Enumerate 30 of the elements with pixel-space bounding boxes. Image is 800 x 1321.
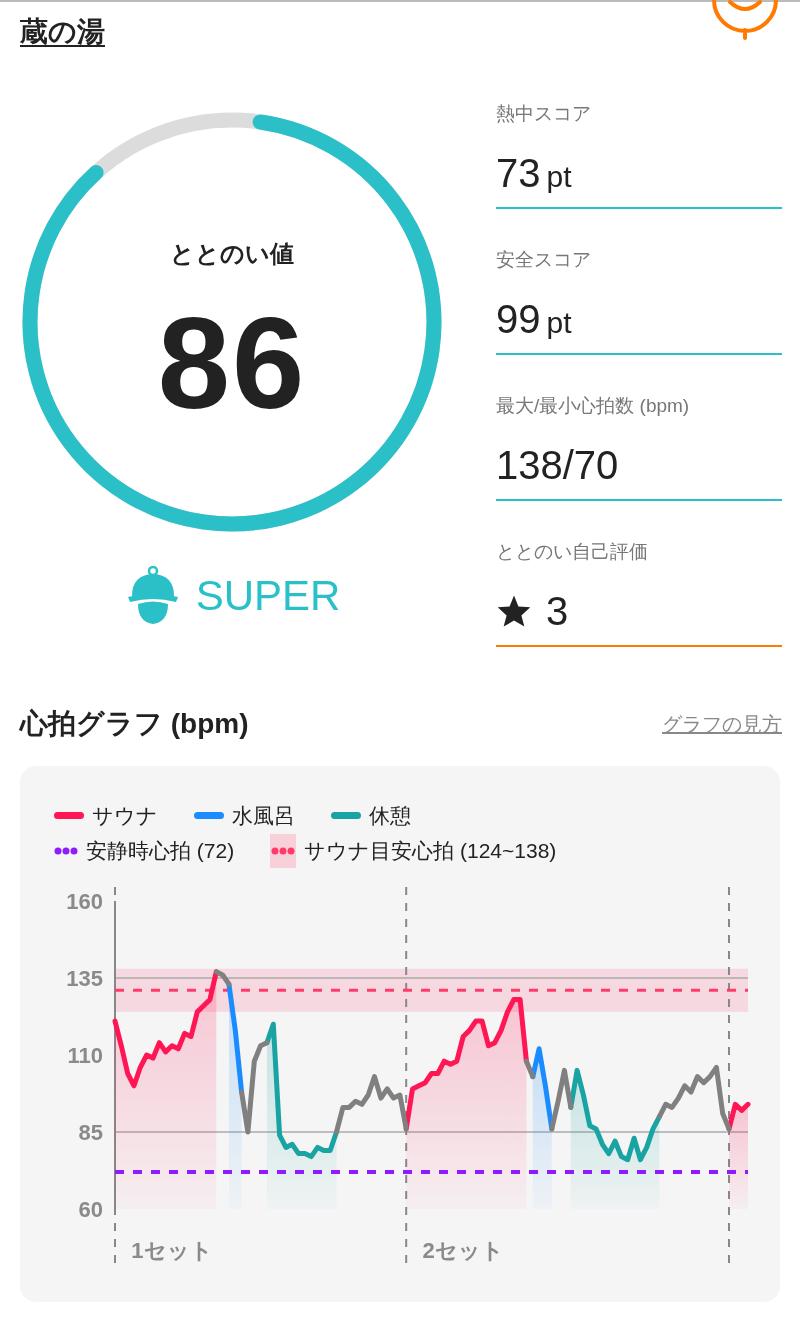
stat-unit: pt — [546, 305, 572, 339]
stat-unit: pt — [546, 159, 572, 193]
y-tick-label: 60 — [78, 1197, 103, 1222]
stat-value: 3 — [546, 588, 569, 633]
stat-value: 138/70 — [496, 442, 619, 487]
y-tick-label: 85 — [78, 1120, 103, 1145]
legend-label: 水風呂 — [232, 803, 295, 829]
legend-label: サウナ目安心拍 (124~138) — [304, 837, 557, 864]
pin-icon[interactable] — [710, 0, 780, 40]
sauna-hat-icon — [125, 565, 180, 626]
section-title: 心拍グラフ (bpm) — [20, 707, 249, 741]
help-link[interactable]: グラフの見方 — [662, 709, 782, 739]
x-tick-label: 1セット — [131, 1238, 213, 1263]
x-tick-label: 2セット — [422, 1238, 504, 1263]
legend-label: 安静時心拍 (72) — [86, 837, 235, 864]
stat-value: 99 — [496, 296, 541, 341]
legend-label: サウナ — [92, 803, 158, 829]
gauge-label: ととのい値 — [170, 239, 294, 269]
legend-label: 休憩 — [369, 803, 411, 829]
stat-label: 熱中スコア — [496, 102, 592, 126]
stat-label: ととのい自己評価 — [496, 540, 649, 564]
y-tick-label: 160 — [66, 889, 103, 914]
stat-label: 最大/最小心拍数 (bpm) — [496, 394, 691, 418]
y-tick-label: 110 — [67, 1043, 103, 1068]
y-tick-label: 135 — [66, 966, 103, 991]
rank-label: SUPER — [195, 571, 341, 621]
stat-value: 73 — [496, 150, 541, 195]
score-value: 86 — [157, 298, 307, 428]
spot-title-link[interactable]: 蔵の湯 — [20, 11, 105, 53]
stat-label: 安全スコア — [496, 248, 592, 272]
